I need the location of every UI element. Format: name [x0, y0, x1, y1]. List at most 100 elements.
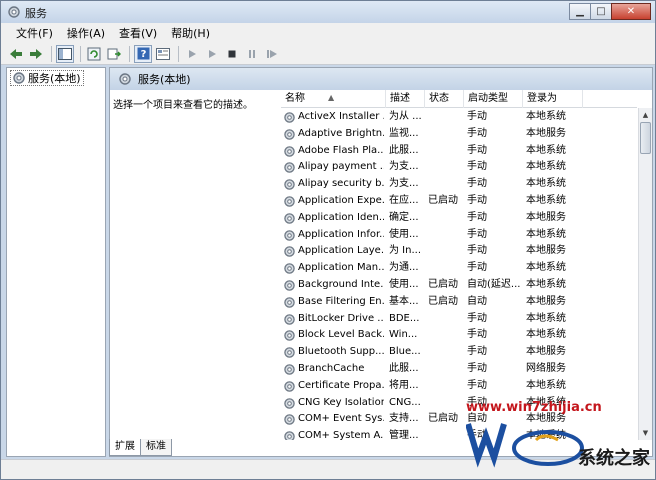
service-description: 为支...: [389, 178, 419, 190]
table-row[interactable]: Alipay security b... 为支... 手动 本地系统: [281, 176, 637, 193]
service-startup-type: 手动: [467, 329, 487, 341]
service-name: COM+ System A...: [298, 430, 384, 440]
service-name: Application Iden...: [298, 211, 384, 223]
table-row[interactable]: Application Infor... 使用... 手动 本地系统: [281, 227, 637, 244]
back-arrow-icon[interactable]: [7, 45, 25, 63]
service-status: [428, 176, 464, 193]
service-startup-type: 手动: [467, 178, 487, 190]
toolbar: ?: [1, 43, 655, 65]
service-status: [428, 311, 464, 328]
menu-action[interactable]: 操作(A): [60, 25, 112, 41]
table-row[interactable]: Alipay payment ... 为支... 手动 本地系统: [281, 159, 637, 176]
service-status: [428, 143, 464, 160]
service-logon-as: 本地服务: [526, 346, 566, 358]
service-logon-as: 本地系统: [526, 278, 566, 290]
service-startup-type: 手动: [467, 245, 487, 257]
service-name: Application Infor...: [298, 228, 384, 240]
table-row[interactable]: BranchCache 此服... 手动 网络服务: [281, 361, 637, 378]
table-row[interactable]: Application Expe... 在应... 已启动 手动 本地系统: [281, 193, 637, 210]
menu-file[interactable]: 文件(F): [9, 25, 60, 41]
table-row[interactable]: Certificate Propa... 将用... 手动 本地系统: [281, 378, 637, 395]
column-name-label: 名称: [285, 93, 305, 104]
vertical-scrollbar[interactable]: ▲ ▼: [638, 108, 652, 440]
service-gear-icon: [284, 280, 295, 291]
table-row[interactable]: Application Laye... 为 In... 手动 本地服务: [281, 243, 637, 260]
service-status: [428, 227, 464, 244]
table-row[interactable]: Application Iden... 确定... 手动 本地服务: [281, 210, 637, 227]
service-startup-type: 手动: [467, 111, 487, 122]
maximize-button[interactable]: □: [590, 3, 612, 20]
table-row[interactable]: ActiveX Installer ... 为从 ... 手动 本地系统: [281, 109, 637, 126]
service-logon-as: 本地服务: [526, 245, 566, 257]
service-startup-type: 手动: [467, 211, 487, 223]
table-row[interactable]: BitLocker Drive ... BDE... 手动 本地系统: [281, 311, 637, 328]
column-status[interactable]: 状态: [425, 90, 464, 108]
list-header: 名称 ▲ 描述 状态 启动类型 登录为: [281, 90, 637, 108]
properties-icon[interactable]: [154, 45, 172, 63]
column-startup-type[interactable]: 启动类型: [464, 90, 523, 108]
service-gear-icon: [284, 179, 295, 190]
export-list-icon[interactable]: [105, 45, 123, 63]
service-startup-type: 手动: [467, 346, 487, 358]
scroll-up-arrow-icon[interactable]: ▲: [639, 108, 652, 122]
table-row[interactable]: Adobe Flash Pla... 此服... 手动 本地系统: [281, 143, 637, 160]
view-tabs: 扩展 标准: [109, 439, 172, 457]
pause-service-icon[interactable]: [243, 45, 261, 63]
details-pane: 服务(本地) 选择一个项目来查看它的描述。 名称 ▲ 描述 状态 启动类型 登录…: [109, 67, 653, 457]
service-gear-icon: [284, 347, 295, 358]
service-description: 为从 ...: [389, 111, 422, 122]
tree-item-label: 服务(本地): [28, 72, 81, 85]
column-name[interactable]: 名称 ▲: [281, 90, 386, 108]
service-name: Adobe Flash Pla...: [298, 144, 384, 156]
service-logon-as: 本地系统: [526, 111, 566, 122]
service-logon-as: 本地服务: [526, 127, 566, 139]
table-row[interactable]: Bluetooth Supp... Blue... 手动 本地服务: [281, 344, 637, 361]
service-status: 已启动: [428, 278, 458, 290]
refresh-icon[interactable]: [85, 45, 103, 63]
service-name: Application Expe...: [298, 194, 384, 206]
watermark-url: www.win7zhijia.cn: [466, 400, 602, 415]
menu-view[interactable]: 查看(V): [112, 25, 164, 41]
restart-service-icon[interactable]: [263, 45, 281, 63]
service-gear-icon: [284, 196, 295, 207]
column-logon-as[interactable]: 登录为: [523, 90, 583, 108]
menu-bar: 文件(F) 操作(A) 查看(V) 帮助(H): [1, 23, 655, 43]
tab-extended[interactable]: 扩展: [109, 439, 141, 456]
forward-arrow-icon[interactable]: [27, 45, 45, 63]
table-row[interactable]: Background Inte... 使用... 已启动 自动(延迟... 本地系统: [281, 277, 637, 294]
help-icon[interactable]: ?: [134, 44, 152, 63]
close-button[interactable]: ✕: [611, 3, 651, 20]
service-status: [428, 344, 464, 361]
service-gear-icon: [284, 397, 295, 409]
service-name: Application Man...: [298, 262, 384, 274]
service-description: 使用...: [389, 228, 419, 240]
toolbar-separator: [178, 45, 179, 62]
service-description: 为通...: [389, 262, 419, 274]
service-logon-as: 本地系统: [526, 312, 566, 324]
tree-item-services-local[interactable]: 服务(本地): [10, 70, 84, 86]
start-alt-icon[interactable]: [203, 45, 221, 63]
service-logon-as: 网络服务: [526, 362, 566, 374]
scrollbar-thumb[interactable]: [640, 122, 651, 154]
service-startup-type: 手动: [467, 362, 487, 374]
service-status: [428, 378, 464, 395]
table-row[interactable]: Application Man... 为通... 手动 本地系统: [281, 260, 637, 277]
table-row[interactable]: Base Filtering En... 基本... 已启动 自动 本地服务: [281, 294, 637, 311]
table-row[interactable]: Block Level Back... Win... 手动 本地系统: [281, 327, 637, 344]
console-tree-icon[interactable]: [56, 44, 74, 63]
service-description: 管理...: [389, 430, 419, 440]
tab-standard[interactable]: 标准: [140, 439, 172, 456]
minimize-button[interactable]: ▁: [569, 3, 591, 20]
menu-help[interactable]: 帮助(H): [164, 25, 217, 41]
service-gear-icon: [284, 129, 295, 140]
service-gear-icon: [284, 414, 295, 426]
service-gear-icon: [284, 229, 295, 241]
service-startup-type: 自动(延迟...: [467, 278, 521, 290]
table-row[interactable]: Adaptive Brightn... 监视... 手动 本地服务: [281, 126, 637, 143]
start-service-icon[interactable]: [183, 45, 201, 63]
service-status: [428, 327, 464, 344]
column-description[interactable]: 描述: [386, 90, 425, 108]
service-description: 在应...: [389, 194, 419, 206]
service-gear-icon: [284, 330, 295, 342]
stop-service-icon[interactable]: [223, 45, 241, 63]
